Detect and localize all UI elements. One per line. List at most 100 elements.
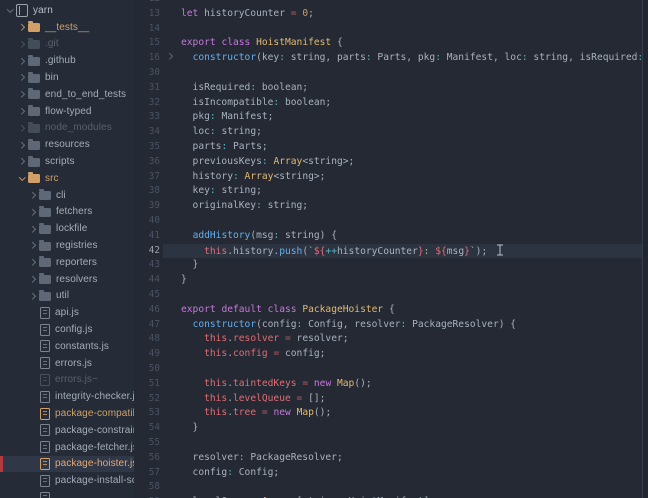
tree-item-bin[interactable]: bin	[0, 69, 134, 86]
code-line-56[interactable]: 56 resolver: PackageResolver;	[134, 451, 648, 466]
tree-item-__tests__[interactable]: __tests__	[0, 19, 134, 36]
code-line-49[interactable]: 49 this.config = config;	[134, 347, 648, 362]
chevron-right-icon[interactable]	[29, 275, 37, 283]
tree-item-label: package-install-scripts.js	[55, 475, 134, 487]
code-line-body: constructor(config: Config, resolver: Pa…	[163, 318, 648, 333]
tree-item-integrity-checker.js[interactable]: integrity-checker.js	[0, 388, 134, 405]
tree-item-package-install-scripts.js[interactable]: package-install-scripts.js	[0, 472, 134, 489]
code-line-12[interactable]: 12	[134, 0, 648, 7]
tree-item-label: fetchers	[56, 206, 93, 218]
code-line-38[interactable]: 38 key: string;	[134, 184, 648, 199]
chevron-right-icon[interactable]	[29, 191, 37, 199]
code-line-16[interactable]: 16 constructor(key: string, parts: Parts…	[134, 51, 648, 66]
tree-item-package-compatibility.js[interactable]: package-compatibility.js	[0, 405, 134, 422]
code-line-41[interactable]: 41 addHistory(msg: string) {	[134, 229, 648, 244]
tree-item-end_to_end_tests[interactable]: end_to_end_tests	[0, 86, 134, 103]
code-line-55[interactable]: 55	[134, 436, 648, 451]
code-line-30[interactable]: 30	[134, 66, 648, 81]
tree-item-.git[interactable]: .git	[0, 36, 134, 53]
code-line-37[interactable]: 37 history: Array<string>;	[134, 170, 648, 185]
tree-item-registries[interactable]: registries	[0, 237, 134, 254]
chevron-right-icon[interactable]	[18, 158, 26, 166]
tree-item-package-constraint-resolver.js[interactable]: package-constraint-resolver.js	[0, 422, 134, 439]
tree-item-config.js[interactable]: config.js	[0, 321, 134, 338]
chevron-right-icon[interactable]	[18, 107, 26, 115]
scrollbar-track[interactable]	[642, 0, 648, 498]
chevron-right-icon[interactable]	[29, 242, 37, 250]
file-icon	[40, 407, 50, 420]
chevron-right-icon[interactable]	[29, 225, 37, 233]
tree-item-util[interactable]: util	[0, 288, 134, 305]
tree-item-errors.js~[interactable]: errors.js~	[0, 372, 134, 389]
code-line-34[interactable]: 34 loc: string;	[134, 125, 648, 140]
tree-item-package-fetcher.js[interactable]: package-fetcher.js	[0, 439, 134, 456]
tree-item-resolvers[interactable]: resolvers	[0, 271, 134, 288]
code-line-47[interactable]: 47 constructor(config: Config, resolver:…	[134, 318, 648, 333]
chevron-right-icon[interactable]	[29, 258, 37, 266]
folder-icon	[39, 189, 51, 201]
tree-item-partial[interactable]	[0, 489, 134, 498]
code-line-50[interactable]: 50	[134, 362, 648, 377]
file-icon	[40, 441, 50, 454]
chevron-right-icon[interactable]	[29, 292, 37, 300]
tree-item-scripts[interactable]: scripts	[0, 153, 134, 170]
code-token: HoistManifest	[256, 37, 332, 49]
tree-item-api.js[interactable]: api.js	[0, 304, 134, 321]
code-line-54[interactable]: 54 }	[134, 421, 648, 436]
chevron-right-icon[interactable]	[18, 141, 26, 149]
code-line-44[interactable]: 44}	[134, 273, 648, 288]
code-line-40[interactable]: 40	[134, 214, 648, 229]
code-line-31[interactable]: 31 isRequired: boolean;	[134, 81, 648, 96]
tree-item-.github[interactable]: .github	[0, 52, 134, 69]
fold-arrow-icon[interactable]	[167, 54, 175, 62]
tree-item-src[interactable]: src	[0, 170, 134, 187]
code-line-35[interactable]: 35 parts: Parts;	[134, 140, 648, 155]
code-line-46[interactable]: 46 export default class PackageHoister {	[134, 303, 648, 318]
tree-item-errors.js[interactable]: errors.js	[0, 355, 134, 372]
code-token: string;	[261, 200, 309, 212]
code-line-43[interactable]: 43 }	[134, 258, 648, 273]
chevron-right-icon[interactable]	[18, 23, 26, 31]
chevron-down-icon[interactable]	[6, 6, 14, 14]
tree-item-cli[interactable]: cli	[0, 187, 134, 204]
code-line-57[interactable]: 57 config: Config;	[134, 466, 648, 481]
code-line-45[interactable]: 45	[134, 288, 648, 303]
tree-item-package-hoister.js[interactable]: package-hoister.js	[0, 455, 134, 473]
code-line-52[interactable]: 52 this.levelQueue = [];	[134, 392, 648, 407]
tree-item-resources[interactable]: resources	[0, 136, 134, 153]
tree-item-node_modules[interactable]: node_modules	[0, 120, 134, 137]
tree-item-constants.js[interactable]: constants.js	[0, 338, 134, 355]
code-token: originalKey	[181, 200, 257, 212]
tree-item-fetchers[interactable]: fetchers	[0, 204, 134, 221]
code-line-body: isIncompatible: boolean;	[163, 96, 648, 111]
chevron-right-icon[interactable]	[18, 57, 26, 65]
chevron-right-icon[interactable]	[18, 74, 26, 82]
code-token: Parts;	[227, 140, 268, 152]
line-number: 54	[148, 422, 160, 434]
file-tree[interactable]: yarn __tests__ .git .github bin end_to_end_te…	[0, 0, 134, 498]
tree-item-flow-typed[interactable]: flow-typed	[0, 103, 134, 120]
code-line-48[interactable]: 48 this.resolver = resolver;	[134, 332, 648, 347]
chevron-right-icon[interactable]	[29, 208, 37, 216]
line-number: 53	[148, 407, 160, 419]
code-line-33[interactable]: 33 pkg: Manifest;	[134, 110, 648, 125]
tree-item-lockfile[interactable]: lockfile	[0, 220, 134, 237]
code-line-39[interactable]: 39 originalKey: string;	[134, 199, 648, 214]
tree-item-yarn[interactable]: yarn	[0, 2, 134, 19]
code-line-15[interactable]: 15 export class HoistManifest {	[134, 36, 648, 51]
tree-item-reporters[interactable]: reporters	[0, 254, 134, 271]
code-line-51[interactable]: 51 this.taintedKeys = new Map();	[134, 377, 648, 392]
code-line-14[interactable]: 14	[134, 22, 648, 37]
code-token: }	[181, 274, 187, 286]
code-line-36[interactable]: 36 previousKeys: Array<string>;	[134, 155, 648, 170]
editor[interactable]: 1213 let historyCounter = 0; 14 15 export cl…	[134, 0, 648, 498]
chevron-right-icon[interactable]	[18, 124, 26, 132]
code-line-13[interactable]: 13 let historyCounter = 0;	[134, 7, 648, 22]
chevron-right-icon[interactable]	[18, 90, 26, 98]
code-line-53[interactable]: 53 this.tree = new Map();	[134, 406, 648, 421]
code-line-42[interactable]: 42 this.history.push(`${++historyCounter…	[134, 243, 648, 259]
chevron-right-icon[interactable]	[18, 40, 26, 48]
chevron-down-icon[interactable]	[18, 174, 26, 182]
code-line-58[interactable]: 58	[134, 480, 648, 495]
code-line-32[interactable]: 32 isIncompatible: boolean;	[134, 96, 648, 111]
